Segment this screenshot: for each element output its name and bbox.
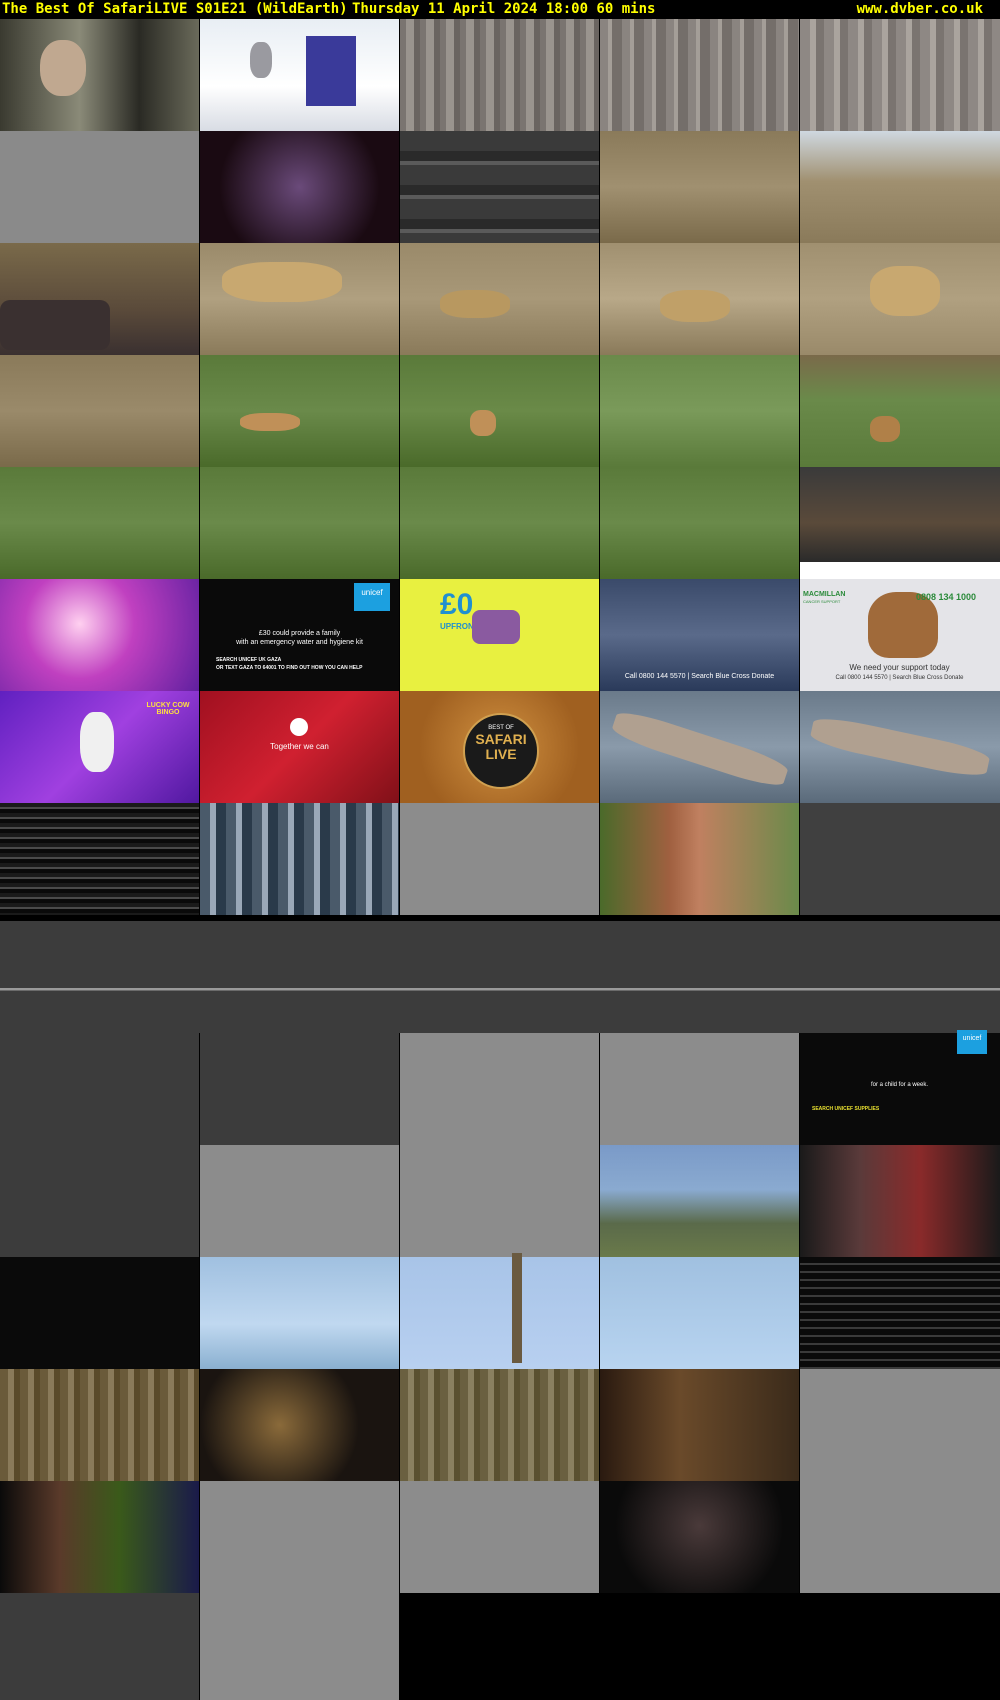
thumb-dark-grey-2 [0,1145,199,1257]
thumb-grey-glitch-a [0,1033,199,1145]
thumb-mongoose-2 [400,355,599,467]
thumb-grey-noise-3 [400,1481,599,1593]
thumb-grey-noise-2 [200,1481,399,1593]
thumb-macmillan-ad [800,467,1000,579]
thumb-sky-glitch [200,1257,399,1369]
thumb-dark-glitch-1 [400,131,599,243]
thumb-night-scene [200,1369,399,1481]
thumb-brown-dark [600,1369,799,1481]
thumb-man-at-desk [200,131,399,243]
thumb-sky-tree [400,1257,599,1369]
thumb-birds-log-2 [800,691,1000,803]
thumb-lucky-bingo [0,691,199,803]
thumb-grey-lines [200,1145,399,1257]
thumb-glitch-grey-1 [400,19,599,131]
thumb-cat-food-ad [200,19,399,131]
thumbnail-grid [0,19,1000,1700]
thumb-leopard-2 [400,243,599,355]
thumb-vodafone [200,691,399,803]
thumb-leopard-1 [200,243,399,355]
thumb-mongoose-1 [200,355,399,467]
thumb-mongoose-3 [800,355,1000,467]
thumb-zero-upfront [400,579,599,691]
thumb-glitch-grey-3 [800,19,1000,131]
thumb-birds-log-1 [600,691,799,803]
thumb-mongoose-5 [200,467,399,579]
thumb-glitch-grey-2 [600,19,799,131]
thumb-blue-cross-1 [600,579,799,691]
thumb-blue-streaks [200,803,399,915]
thumb-bingo-pink [0,579,199,691]
thumb-dry-grass [0,355,199,467]
thumb-blue-cross-dog [800,579,1000,691]
thumb-grey-plain-6 [800,1481,1000,1593]
thumb-olive-streaks [400,1369,599,1481]
thumb-grey-plain-2 [400,1033,599,1145]
thumb-sky-plain [600,1257,799,1369]
thumb-green-purple [0,1481,199,1593]
thumb-unicef-gaza [200,579,399,691]
thumb-grey-plain-1 [400,803,599,915]
thumb-grey-plain-4 [400,1145,599,1257]
thumb-leopard-3 [600,243,799,355]
thumb-black-lines [800,1257,1000,1369]
thumb-women-closeup [0,19,199,131]
thumb-leopard-4 [800,243,1000,355]
site-link[interactable]: www.dvber.co.uk [857,0,983,18]
thumb-lake-glitch [600,1145,799,1257]
thumb-green-road [600,355,799,467]
thumb-grey-noise-1 [0,131,199,243]
thumb-dark-scene [600,1481,799,1593]
thumb-vehicle-hat [0,243,199,355]
thumb-brown-streaks [0,1369,199,1481]
broadcast-date-time: Thursday 11 April 2024 18:00 60 mins [352,1,656,17]
thumb-dark-grey-3 [0,1593,199,1700]
thumb-black-noise [0,803,199,915]
grey-band [0,921,1000,1033]
thumb-copper-streaks [600,803,799,915]
thumb-grey-glitch-b [200,1033,399,1145]
thumb-savanna-road-1 [600,131,799,243]
thumb-grey-plain-5 [800,1369,1000,1481]
thumb-mongoose-7 [600,467,799,579]
header-bar: The Best Of SafariLIVE S01E21 (WildEarth… [0,0,1000,19]
thumb-unicef-supplies [800,1033,1000,1145]
thumb-grey-noise-4 [200,1593,399,1700]
thumb-dark-grey-1 [800,803,1000,915]
thumb-black-glitch [0,1257,199,1369]
thumb-mongoose-6 [400,467,599,579]
thumb-red-glitch [800,1145,1000,1257]
thumb-safari-live-logo [400,691,599,803]
thumb-grey-plain-3 [600,1033,799,1145]
thumb-savanna-tree [800,131,1000,243]
programme-title: The Best Of SafariLIVE S01E21 (WildEarth… [2,1,348,17]
thumb-mongoose-4 [0,467,199,579]
